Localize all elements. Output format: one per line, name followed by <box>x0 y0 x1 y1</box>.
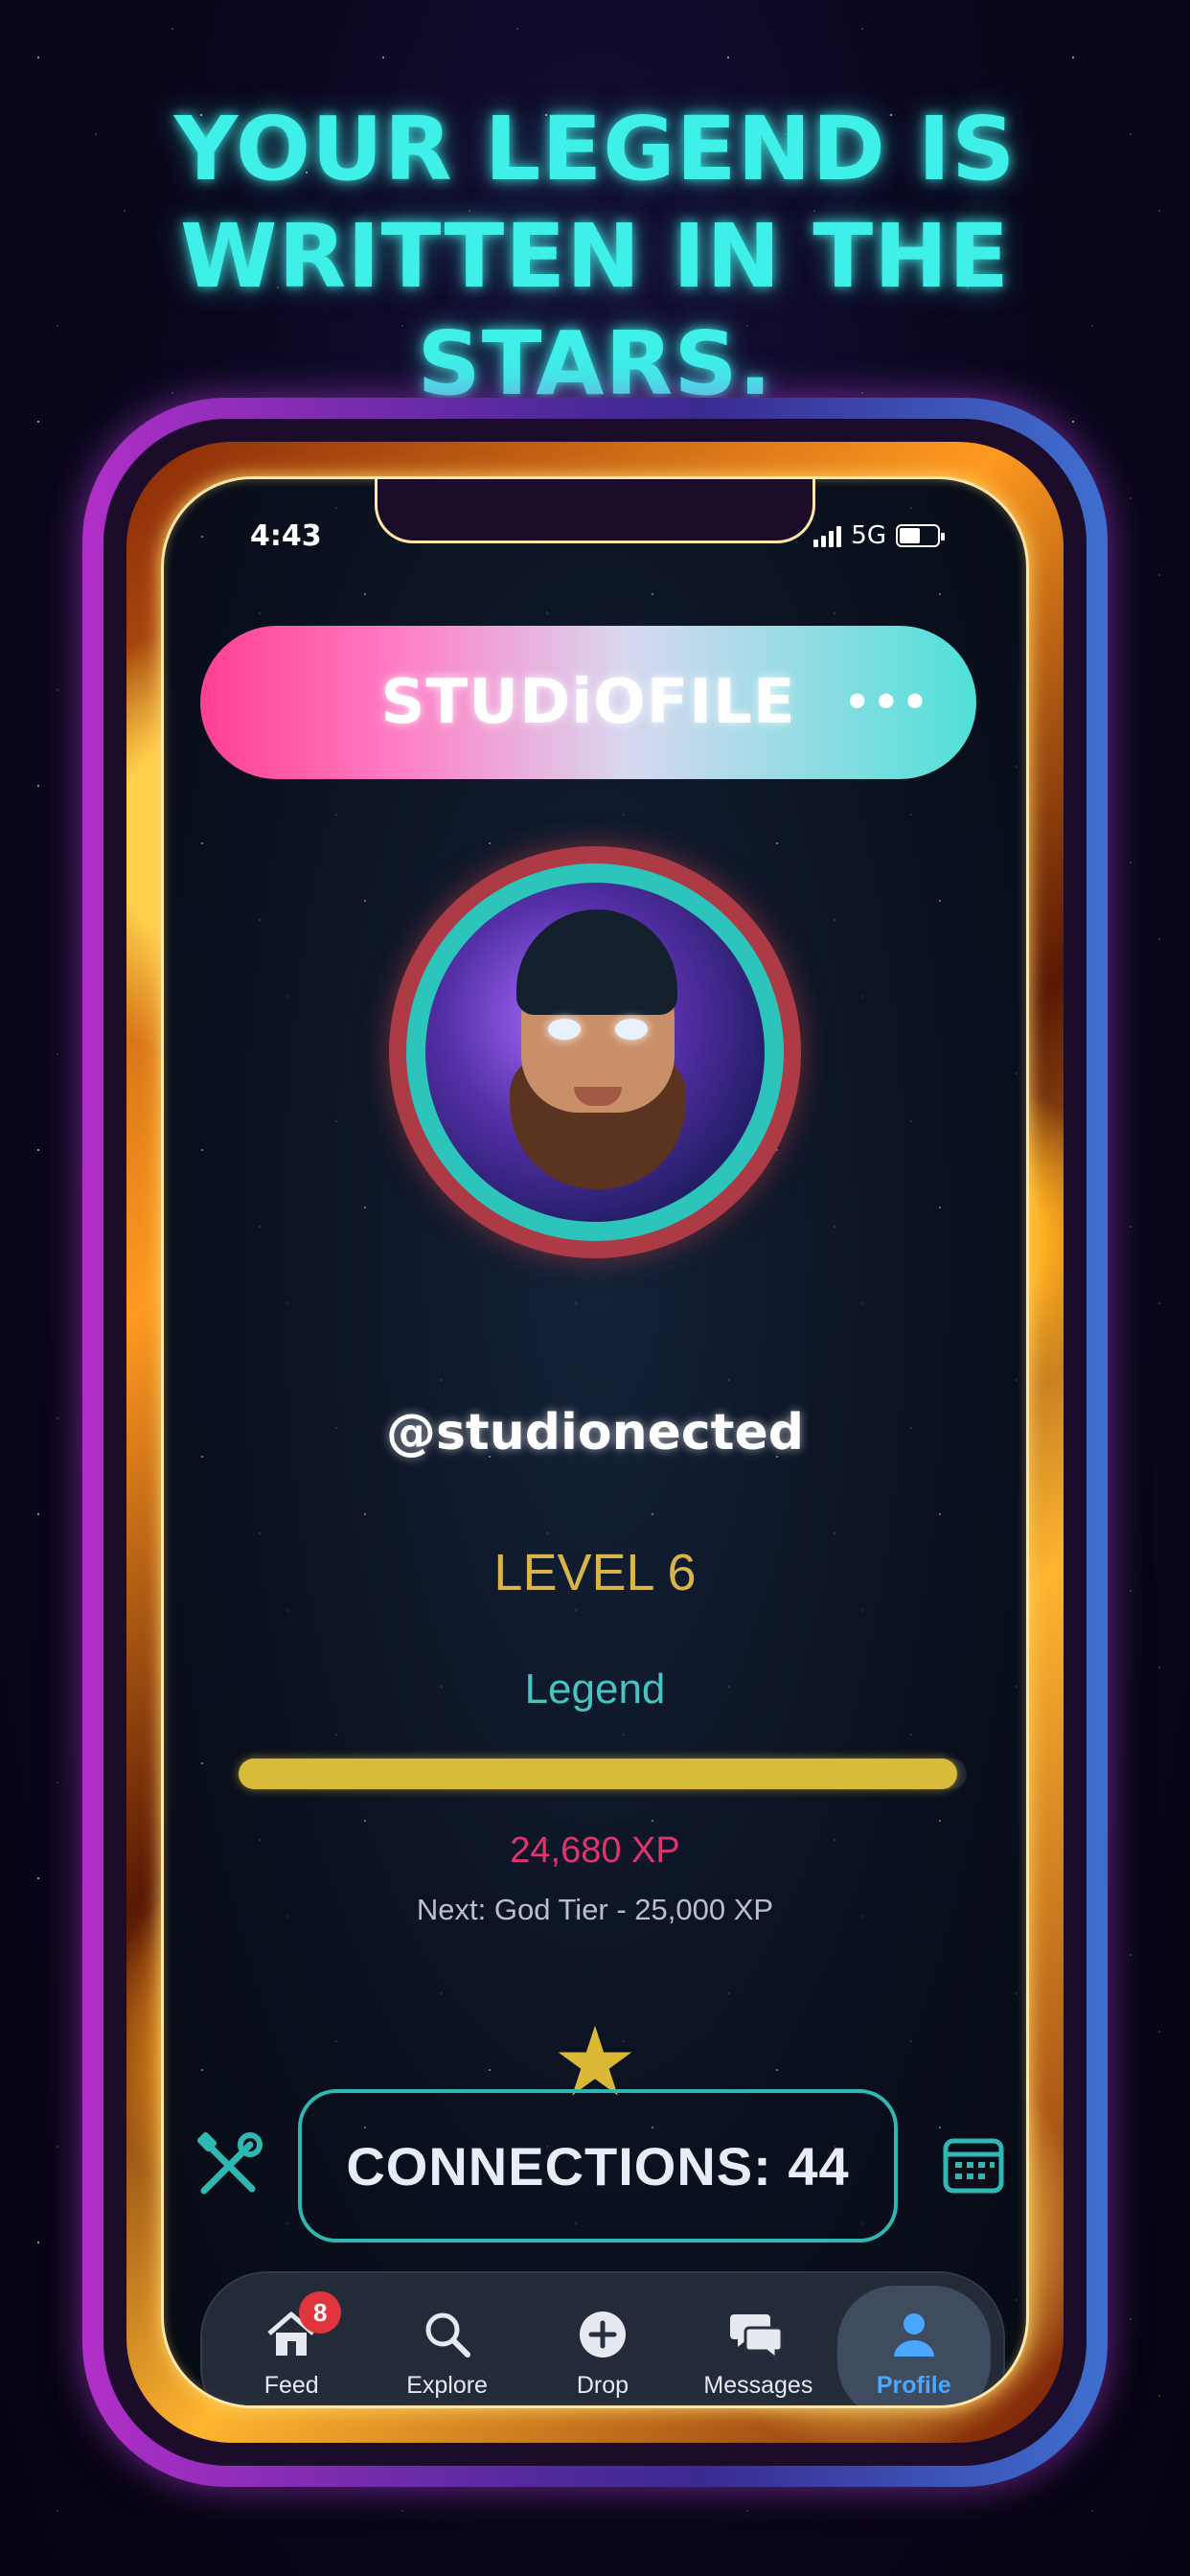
network-type: 5G <box>851 521 886 550</box>
battery-icon <box>896 524 945 547</box>
status-time: 4:43 <box>250 519 322 553</box>
tab-feed[interactable]: Feed 8 <box>215 2286 368 2405</box>
level-label: LEVEL 6 <box>493 1544 697 1601</box>
status-indicators: 5G <box>813 521 945 550</box>
next-tier-label: Next: God Tier - 25,000 XP <box>416 1893 774 1926</box>
notch <box>375 479 815 543</box>
xp-value: 24,680 XP <box>510 1830 680 1871</box>
notification-badge: 8 <box>299 2291 342 2334</box>
tab-label: Explore <box>406 2371 488 2399</box>
promo-headline: YOUR LEGEND IS WRITTEN IN THE STARS. <box>0 96 1190 418</box>
tab-drop[interactable]: Drop <box>526 2286 679 2405</box>
chat-bubbles-icon <box>730 2313 784 2361</box>
avatar-image <box>425 883 765 1222</box>
rank-label: Legend <box>524 1666 666 1713</box>
search-icon <box>425 2312 470 2358</box>
headline-text: YOUR LEGEND IS WRITTEN IN THE STARS. <box>173 98 1017 415</box>
tab-label: Feed <box>263 2371 319 2399</box>
app-header: STUDiOFILE ••• <box>200 626 976 779</box>
app-screen: 4:43 5G STUDiOFILE ••• @studionected LEV… <box>161 476 1029 2408</box>
calendar-icon[interactable] <box>942 2135 1005 2195</box>
xp-progress-bar <box>239 1759 967 1789</box>
signal-icon <box>813 524 842 547</box>
tools-icon[interactable] <box>191 2128 267 2204</box>
phone-frame: 4:43 5G STUDiOFILE ••• @studionected LEV… <box>82 398 1108 2487</box>
username: @studionected <box>385 1404 805 1461</box>
person-icon <box>893 2312 934 2357</box>
tab-messages[interactable]: Messages <box>681 2286 835 2405</box>
tab-profile[interactable]: Profile <box>836 2286 991 2405</box>
tab-label: Profile <box>876 2371 951 2399</box>
bottom-tab-bar: Feed 8 Explore Drop Messages Profile <box>200 2271 1005 2405</box>
tab-label: Messages <box>703 2371 813 2399</box>
app-title: STUDiOFILE <box>380 667 796 738</box>
tab-label: Drop <box>576 2371 629 2399</box>
tab-explore[interactable]: Explore <box>371 2286 524 2405</box>
more-options-button[interactable]: ••• <box>844 678 930 727</box>
xp-progress-fill <box>239 1759 958 1789</box>
connections-button[interactable]: CONNECTIONS: 44 <box>298 2089 898 2242</box>
plus-circle-icon <box>579 2311 626 2358</box>
avatar[interactable] <box>389 846 801 1258</box>
